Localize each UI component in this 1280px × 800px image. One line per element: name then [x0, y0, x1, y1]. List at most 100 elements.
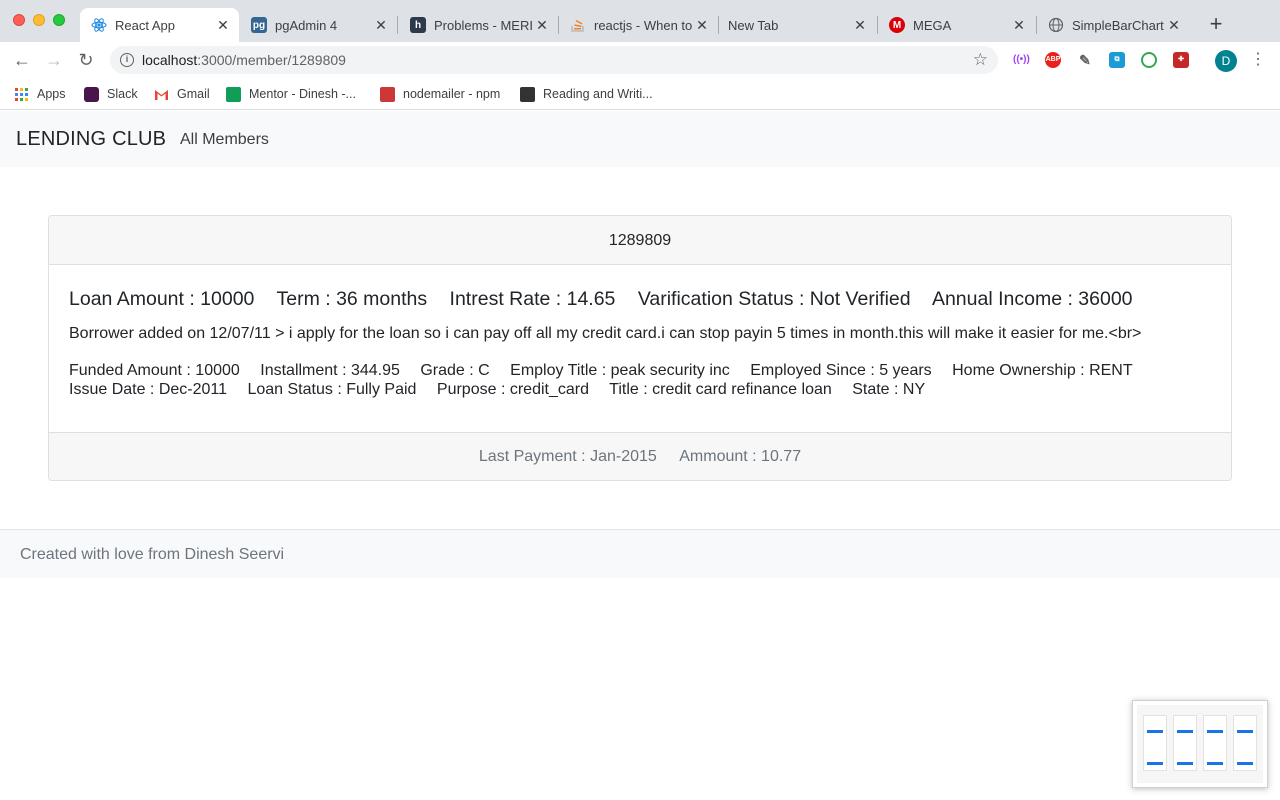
tab-mega[interactable]: M MEGA ✕ — [878, 8, 1035, 42]
tab-close-icon[interactable]: ✕ — [534, 17, 550, 33]
mega-icon: M — [889, 17, 905, 33]
tab-title: React App — [115, 17, 175, 33]
thumbnail-card — [1173, 715, 1197, 771]
grammar-extension-icon[interactable] — [1141, 52, 1157, 68]
eyedropper-icon[interactable]: ✎ — [1077, 52, 1093, 68]
url-host: localhost — [142, 52, 198, 68]
loan-title: Title : credit card refinance loan — [609, 381, 832, 398]
reload-icon[interactable]: ↻ — [76, 50, 96, 70]
pgadmin-icon: pg — [251, 17, 267, 33]
bookmark-gmail[interactable]: Gmail — [154, 84, 210, 104]
forward-arrow-icon[interactable]: → — [44, 50, 64, 70]
tab-title: Problems - MERI — [434, 17, 533, 33]
tab-close-icon[interactable]: ✕ — [694, 17, 710, 33]
employ-title: Employ Title : peak security inc — [510, 362, 730, 379]
footer-text: Created with love from Dinesh Seervi — [20, 546, 285, 563]
window-close-button[interactable] — [13, 14, 25, 26]
bookmark-mentor-sheet[interactable]: Mentor - Dinesh -... — [226, 84, 356, 104]
member-id: 1289809 — [608, 232, 672, 249]
card-footer: Last Payment : Jan-2015 Ammount : 10.77 — [49, 432, 1231, 480]
address-bar[interactable]: i localhost:3000/member/1289809 ☆ — [110, 46, 998, 74]
copy-extension-icon[interactable]: ⧉ — [1109, 52, 1125, 68]
loan-amount: Loan Amount : 10000 — [69, 288, 255, 310]
tab-close-icon[interactable]: ✕ — [1166, 17, 1182, 33]
tab-close-icon[interactable]: ✕ — [1011, 17, 1027, 33]
bookmark-star-icon[interactable]: ☆ — [973, 50, 988, 70]
bookmark-label: Slack — [107, 87, 138, 101]
tab-title: MEGA — [913, 17, 952, 33]
tab-title: SimpleBarChart — [1072, 17, 1164, 33]
thumbnail-card — [1233, 715, 1257, 771]
tab-react-app[interactable]: React App ✕ — [80, 8, 239, 42]
state: State : NY — [852, 381, 926, 398]
employed-since: Employed Since : 5 years — [750, 362, 932, 379]
back-arrow-icon[interactable]: ← — [12, 50, 32, 70]
details-row-2: Issue Date : Dec-2011 Loan Status : Full… — [69, 381, 941, 399]
tab-simplebarchart[interactable]: SimpleBarChart ✕ — [1037, 8, 1190, 42]
nav-link-all-members[interactable]: All Members — [180, 131, 269, 149]
details-row-1: Funded Amount : 10000 Installment : 344.… — [69, 362, 1149, 380]
browser-tabstrip: React App ✕ pg pgAdmin 4 ✕ h Problems - … — [0, 0, 1280, 42]
installment: Installment : 344.95 — [260, 362, 400, 379]
url-text[interactable]: localhost:3000/member/1289809 — [142, 52, 346, 68]
cast-extension-icon[interactable]: ((•)) — [1013, 52, 1030, 68]
tab-close-icon[interactable]: ✕ — [852, 17, 868, 33]
thumbnail-preview — [1137, 705, 1263, 783]
loan-status: Loan Status : Fully Paid — [247, 381, 417, 398]
puzzle-extension-icon[interactable]: ✚ — [1173, 52, 1189, 68]
bookmark-label: Mentor - Dinesh -... — [249, 87, 356, 101]
thumbnail-card — [1143, 715, 1167, 771]
tab-close-icon[interactable]: ✕ — [373, 17, 389, 33]
bookmarks-bar: Apps Slack Gmail Mentor - Dinesh -... no… — [0, 78, 1280, 110]
window-zoom-button[interactable] — [53, 14, 65, 26]
npm-icon — [380, 86, 395, 102]
bookmark-label: Gmail — [177, 87, 210, 101]
bookmark-reading-writing[interactable]: Reading and Writi... — [520, 84, 653, 104]
verification-status: Varification Status : Not Verified — [637, 288, 911, 310]
adblock-icon[interactable]: ABP — [1045, 52, 1061, 68]
payment-info: Last Payment : Jan-2015 Ammount : 10.77 — [49, 448, 1231, 466]
bookmark-label: Reading and Writi... — [543, 87, 653, 101]
app-navbar: LENDING CLUB All Members — [0, 111, 1280, 167]
bookmark-label: nodemailer - npm — [403, 87, 501, 101]
globe-icon — [1048, 17, 1064, 33]
loan-term: Term : 36 months — [276, 288, 428, 310]
card-header: 1289809 — [49, 216, 1231, 265]
slack-icon — [84, 86, 99, 102]
bookmark-slack[interactable]: Slack — [84, 84, 138, 104]
tab-problems[interactable]: h Problems - MERI ✕ — [399, 8, 558, 42]
url-path: :3000/member/1289809 — [197, 52, 346, 68]
profile-avatar[interactable]: D — [1215, 50, 1237, 72]
react-icon — [91, 17, 107, 33]
last-payment: Last Payment : Jan-2015 — [478, 448, 657, 465]
tab-reactjs-stackoverflow[interactable]: reactjs - When to ✕ — [559, 8, 718, 42]
sa-icon — [520, 86, 535, 102]
browser-toolbar: ← → ↻ i localhost:3000/member/1289809 ☆ … — [0, 42, 1280, 78]
site-info-icon[interactable]: i — [120, 53, 134, 67]
issue-date: Issue Date : Dec-2011 — [69, 381, 228, 398]
stackoverflow-icon — [570, 17, 586, 33]
payment-amount: Ammount : 10.77 — [679, 448, 802, 465]
tab-title: New Tab — [728, 17, 779, 33]
menu-kebab-icon[interactable]: ⋮ — [1250, 50, 1266, 70]
tab-separator — [397, 16, 398, 34]
grade: Grade : C — [420, 362, 490, 379]
screenshot-thumbnail[interactable] — [1132, 700, 1268, 788]
tab-new-tab[interactable]: New Tab ✕ — [719, 8, 876, 42]
bookmark-nodemailer[interactable]: nodemailer - npm — [380, 84, 500, 104]
window-minimize-button[interactable] — [33, 14, 45, 26]
new-tab-plus-icon[interactable]: + — [1204, 13, 1228, 37]
bookmark-label: Apps — [37, 87, 66, 101]
tab-close-icon[interactable]: ✕ — [215, 17, 231, 33]
brand-logo[interactable]: LENDING CLUB — [16, 128, 166, 151]
loan-description: Borrower added on 12/07/11 > i apply for… — [69, 325, 1142, 342]
thumbnail-card — [1203, 715, 1227, 771]
sheets-icon — [226, 86, 241, 102]
tab-title: pgAdmin 4 — [275, 17, 338, 33]
hackerrank-icon: h — [410, 17, 426, 33]
tab-title: reactjs - When to — [594, 17, 693, 33]
home-ownership: Home Ownership : RENT — [952, 362, 1133, 379]
tab-pgadmin[interactable]: pg pgAdmin 4 ✕ — [240, 8, 397, 42]
bookmark-apps[interactable]: Apps — [14, 84, 66, 104]
apps-grid-icon — [14, 87, 29, 102]
